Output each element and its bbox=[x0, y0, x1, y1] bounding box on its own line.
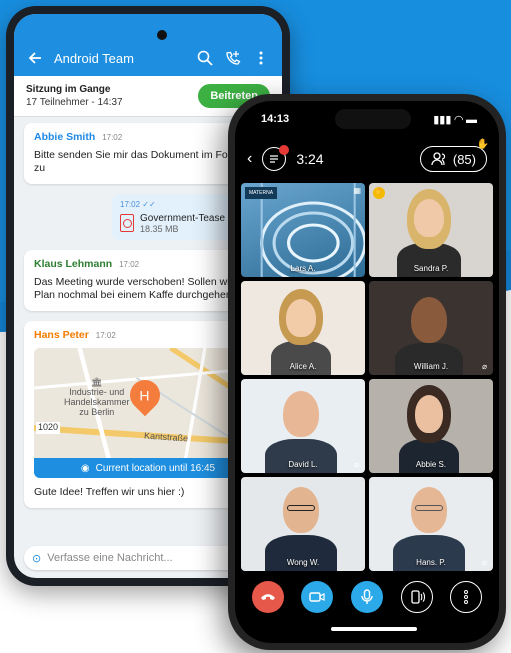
signal-icon: ▮▮▮ bbox=[433, 114, 452, 126]
battery-icon: ▬ bbox=[466, 114, 477, 126]
file-name: Government-Tease bbox=[140, 212, 226, 224]
person-face bbox=[283, 391, 319, 437]
company-badge: MATERNA bbox=[245, 187, 278, 199]
person-face bbox=[414, 199, 444, 237]
phone-hangup-icon bbox=[260, 594, 275, 600]
video-grid: MATERNA ▦ Lars A. ✋ Sandra P. Alice A. W… bbox=[241, 183, 493, 571]
glasses bbox=[287, 505, 315, 511]
android-app-bar: Android Team bbox=[14, 40, 282, 76]
message-time: 17:02 bbox=[95, 330, 116, 340]
android-status-bar bbox=[14, 14, 282, 40]
call-add-icon[interactable] bbox=[224, 49, 242, 67]
participant-count: (85) bbox=[452, 151, 476, 167]
participant-name: Alice A. bbox=[289, 362, 317, 371]
video-button[interactable] bbox=[301, 581, 334, 613]
video-tile[interactable]: MATERNA ▦ Lars A. bbox=[241, 183, 365, 277]
raised-hand-icon: ✋ bbox=[476, 139, 489, 150]
participant-name: Lars A. bbox=[290, 264, 316, 273]
video-tile[interactable]: Alice A. bbox=[241, 281, 365, 375]
video-tile[interactable]: Hans. P. ⌀ bbox=[369, 477, 493, 571]
more-button[interactable] bbox=[450, 581, 483, 613]
meeting-title: Sitzung im Gange bbox=[26, 84, 111, 95]
map-marker-label: H bbox=[139, 388, 150, 405]
message-placeholder: Verfasse eine Nachricht... bbox=[47, 552, 173, 564]
iphone: 14:13 ▮▮▮ ◠ ▬ ‹ 3:24 (85) ✋ MATERNA ▦ La… bbox=[228, 94, 506, 650]
video-camera-icon bbox=[309, 592, 325, 602]
participant-name: Hans. P. bbox=[416, 558, 446, 567]
status-time: 14:13 bbox=[261, 113, 290, 125]
person-face bbox=[415, 395, 443, 433]
qr-icon: ▦ bbox=[353, 186, 361, 195]
meeting-subtitle: 17 Teilnehmer - 14:37 bbox=[26, 97, 123, 108]
hangup-button[interactable] bbox=[251, 581, 284, 613]
video-tile[interactable]: David L. ⌀ bbox=[241, 379, 365, 473]
meeting-time: 14:37 bbox=[97, 97, 123, 108]
iphone-screen: 14:13 ▮▮▮ ◠ ▬ ‹ 3:24 (85) ✋ MATERNA ▦ La… bbox=[235, 101, 499, 643]
call-controls bbox=[235, 581, 499, 613]
meeting-participants: 17 Teilnehmer bbox=[26, 97, 89, 108]
participant-name: Sandra P. bbox=[413, 264, 449, 273]
call-top-bar: ‹ 3:24 (85) ✋ bbox=[247, 139, 489, 173]
microphone-icon bbox=[361, 589, 373, 604]
file-time: 17:02 bbox=[120, 199, 141, 209]
home-indicator bbox=[331, 627, 417, 631]
map-number-label: 1020 bbox=[36, 422, 61, 435]
back-arrow-icon[interactable] bbox=[26, 49, 44, 67]
raised-hand-icon: ✋ bbox=[373, 187, 385, 199]
participant-name: William J. bbox=[413, 362, 449, 371]
participant-name: David L. bbox=[288, 460, 318, 469]
people-icon bbox=[431, 152, 445, 166]
meeting-separator: - bbox=[91, 97, 95, 108]
front-camera bbox=[157, 30, 167, 40]
chat-lines-icon bbox=[270, 155, 279, 163]
more-vert-icon bbox=[464, 590, 469, 604]
mic-off-icon: ⌀ bbox=[482, 362, 487, 371]
location-pin-icon: ◉ bbox=[80, 462, 90, 474]
chat-icon[interactable] bbox=[262, 145, 290, 171]
status-icons: ▮▮▮ ◠ ▬ bbox=[433, 113, 477, 126]
mic-off-icon: ⌀ bbox=[354, 460, 359, 469]
more-vert-icon[interactable] bbox=[252, 49, 270, 67]
call-duration: 3:24 bbox=[296, 151, 324, 167]
read-checkmark-icon: ✓✓ bbox=[142, 199, 156, 209]
video-tile[interactable]: ✋ Sandra P. bbox=[369, 183, 493, 277]
mic-off-icon: ⌀ bbox=[482, 558, 487, 567]
person-face bbox=[286, 299, 316, 337]
participant-name: Abbie S. bbox=[415, 460, 447, 469]
file-size: 18.35 MB bbox=[140, 223, 179, 234]
pdf-icon bbox=[120, 214, 134, 233]
search-icon[interactable] bbox=[196, 49, 214, 67]
ios-status-bar: 14:13 ▮▮▮ ◠ ▬ bbox=[261, 113, 477, 126]
notification-dot bbox=[279, 145, 290, 155]
sender-name: Klaus Lehmann bbox=[34, 257, 113, 270]
participant-name: Wong W. bbox=[286, 558, 320, 567]
person-face bbox=[411, 297, 447, 343]
map-place-label: 🏛 Industrie- und Handelskammer zu Berlin bbox=[64, 377, 130, 418]
message-time: 17:02 bbox=[119, 259, 140, 269]
current-location-label: Current location until 16:45 bbox=[95, 462, 216, 474]
wifi-icon: ◠ bbox=[454, 114, 463, 126]
participants-button[interactable]: (85) ✋ bbox=[419, 139, 489, 172]
sender-name: Hans Peter bbox=[34, 328, 89, 341]
phone-speaker-icon bbox=[410, 590, 425, 604]
chevron-left-icon[interactable]: ‹ bbox=[247, 150, 252, 168]
sender-name: Abbie Smith bbox=[34, 131, 96, 143]
microphone-button[interactable] bbox=[350, 581, 383, 613]
video-tile[interactable]: Abbie S. bbox=[369, 379, 493, 473]
video-tile[interactable]: William J. ⌀ bbox=[369, 281, 493, 375]
message-time: 17:02 bbox=[102, 133, 123, 142]
chat-title: Android Team bbox=[54, 50, 134, 66]
audio-output-button[interactable] bbox=[400, 581, 433, 613]
video-tile[interactable]: Wong W. bbox=[241, 477, 365, 571]
location-pin-icon[interactable]: ⊙ bbox=[32, 552, 41, 565]
glasses bbox=[415, 505, 443, 511]
